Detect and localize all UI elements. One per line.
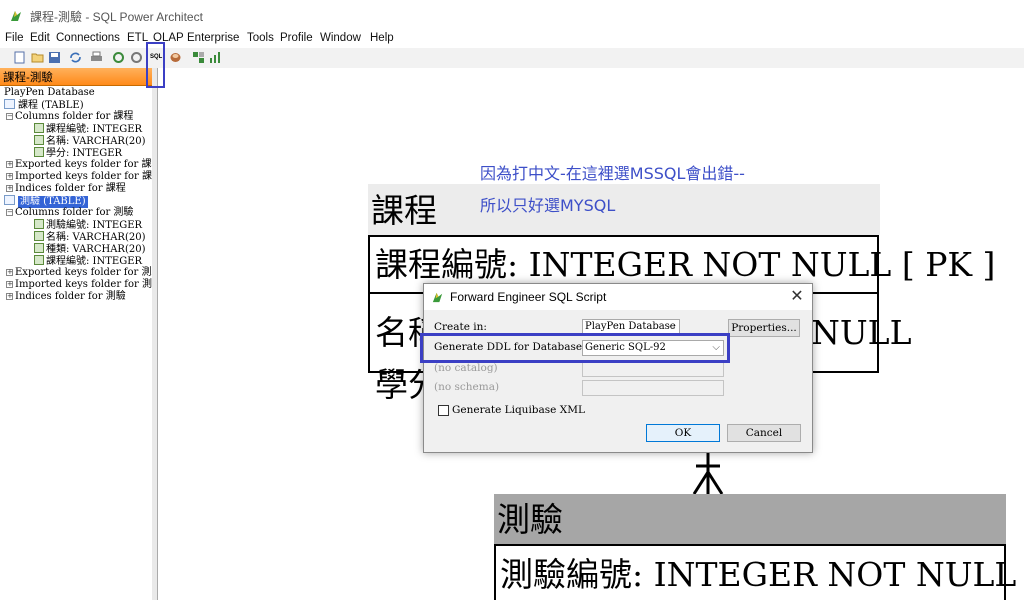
save-project-icon[interactable]	[48, 51, 61, 64]
expand-icon[interactable]: +	[6, 269, 13, 276]
app-logo-icon	[11, 11, 21, 21]
tree-column[interactable]: 課程編號: INTEGER	[34, 255, 142, 267]
collapse-icon[interactable]: −	[6, 209, 13, 216]
properties-button[interactable]: Properties...	[728, 319, 800, 337]
table2-header[interactable]	[494, 494, 1006, 544]
column-icon	[34, 123, 44, 133]
dbtree-panel: 課程-測驗 PlayPen Database 課程 (TABLE) − Colum…	[0, 68, 162, 600]
project-tab[interactable]: 課程-測驗	[0, 68, 152, 86]
menu-window[interactable]: Window	[320, 32, 361, 44]
tree-imported-keys-2[interactable]: + Imported keys folder for 測驗	[6, 279, 162, 291]
tree-columns-folder-2[interactable]: − Columns folder for 測驗	[6, 207, 133, 219]
project-tab-label: 課程-測驗	[3, 72, 53, 84]
column-icon	[34, 243, 44, 253]
annotation-note-line1: 因為打中文-在這裡選MSSQL會出錯--	[480, 164, 745, 183]
dialog-title-bar: Forward Engineer SQL Script ✕	[424, 284, 812, 310]
tree-table-2[interactable]: 測驗 (TABLE)	[4, 195, 88, 208]
table1-column-null: NULL	[811, 313, 912, 352]
annotation-note-line2: 所以只好選MYSQL	[480, 196, 616, 215]
expand-icon[interactable]: +	[6, 185, 13, 192]
menu-help[interactable]: Help	[370, 32, 394, 44]
forward-engineer-dialog: Forward Engineer SQL Script ✕ Create in:…	[423, 283, 813, 453]
open-project-icon[interactable]	[31, 51, 44, 64]
table-icon	[4, 99, 15, 109]
tree-table-1[interactable]: 課程 (TABLE)	[4, 99, 84, 111]
tree-root[interactable]: PlayPen Database	[4, 87, 95, 99]
cancel-button[interactable]: Cancel	[727, 424, 801, 442]
menu-edit[interactable]: Edit	[30, 32, 50, 44]
sql-button-highlight	[146, 42, 165, 88]
undo-icon[interactable]	[112, 51, 125, 64]
tree-column[interactable]: 種類: VARCHAR(20)	[34, 243, 146, 255]
create-in-value: PlayPen Database	[585, 321, 676, 332]
column-icon	[34, 231, 44, 241]
tree-imported-keys-1[interactable]: + Imported keys folder for 課程	[6, 171, 162, 183]
liquibase-label: Generate Liquibase XML	[452, 404, 585, 416]
collapse-icon[interactable]: −	[6, 113, 13, 120]
title-bar: 課程-測驗 - SQL Power Architect	[0, 0, 1024, 32]
tree-column[interactable]: 課程編號: INTEGER	[34, 123, 142, 135]
column-icon	[34, 135, 44, 145]
column-icon	[34, 147, 44, 157]
menu-tools[interactable]: Tools	[247, 32, 274, 44]
menu-enterprise[interactable]: Enterprise	[187, 32, 239, 44]
table2-pk-column: 測驗編號: INTEGER NOT NULL	[500, 555, 1017, 594]
menu-file[interactable]: File	[5, 32, 24, 44]
tree-indices-1[interactable]: + Indices folder for 課程	[6, 183, 126, 195]
table2-name: 測驗	[497, 500, 563, 539]
window-title: 課程-測驗 - SQL Power Architect	[30, 10, 203, 24]
expand-icon[interactable]: +	[6, 161, 13, 168]
tree-column[interactable]: 名稱: VARCHAR(20)	[34, 231, 146, 243]
schema-select	[582, 380, 724, 396]
liquibase-checkbox[interactable]	[438, 405, 449, 416]
ddl-type-highlight	[420, 333, 730, 363]
tree-indices-2[interactable]: + Indices folder for 測驗	[6, 291, 126, 303]
table1-header[interactable]	[368, 184, 880, 235]
relationship-crowfoot-icon[interactable]	[688, 450, 728, 496]
print-icon[interactable]	[90, 51, 103, 64]
menu-connections[interactable]: Connections	[56, 32, 120, 44]
kettle-job-icon[interactable]	[192, 51, 205, 64]
column-icon	[34, 219, 44, 229]
profile-icon[interactable]	[209, 51, 222, 64]
menu-etl[interactable]: ETL	[127, 32, 148, 44]
create-in-label: Create in:	[434, 321, 487, 333]
new-project-icon[interactable]	[13, 51, 26, 64]
chevron-down-icon: ⌵	[668, 321, 676, 332]
compare-dm-icon[interactable]	[169, 51, 182, 64]
dialog-title: Forward Engineer SQL Script	[450, 290, 607, 304]
app-logo-icon	[432, 292, 443, 303]
table1-pk-column: 課程編號: INTEGER NOT NULL [ PK ]	[375, 245, 996, 284]
tree-column[interactable]: 學分: INTEGER	[34, 147, 122, 159]
close-icon[interactable]: ✕	[786, 287, 808, 307]
tree-exported-keys-1[interactable]: + Exported keys folder for 課程	[6, 159, 161, 171]
ok-button[interactable]: OK	[646, 424, 720, 442]
expand-icon[interactable]: +	[6, 281, 13, 288]
tree-column[interactable]: 測驗編號: INTEGER	[34, 219, 142, 231]
column-icon	[34, 255, 44, 265]
catalog-label: (no catalog)	[434, 362, 498, 374]
schema-label: (no schema)	[434, 381, 500, 393]
tree-columns-folder-1[interactable]: − Columns folder for 課程	[6, 111, 133, 123]
catalog-select	[582, 361, 724, 377]
redo-icon[interactable]	[130, 51, 143, 64]
expand-icon[interactable]: +	[6, 173, 13, 180]
tree-column[interactable]: 名稱: VARCHAR(20)	[34, 135, 146, 147]
table-icon	[4, 195, 15, 205]
refresh-icon[interactable]	[69, 51, 82, 64]
tree-exported-keys-2[interactable]: + Exported keys folder for 測驗	[6, 267, 161, 279]
menu-profile[interactable]: Profile	[280, 32, 313, 44]
expand-icon[interactable]: +	[6, 293, 13, 300]
table1-name: 課程	[371, 191, 437, 230]
